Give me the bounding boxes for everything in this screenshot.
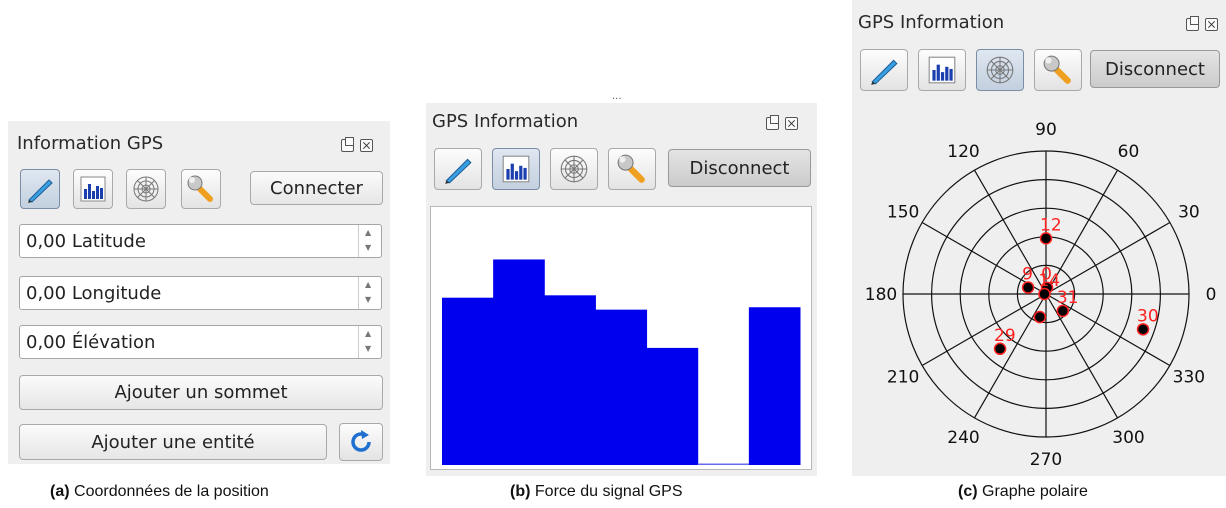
satellite-point bbox=[1033, 310, 1047, 324]
options-tab-button[interactable] bbox=[181, 169, 221, 209]
signal-bar bbox=[493, 259, 545, 465]
angle-label: 60 bbox=[1118, 142, 1140, 162]
window-controls bbox=[766, 115, 798, 130]
reset-button[interactable] bbox=[339, 423, 383, 461]
longitude-field[interactable]: 0,00 Longitude ▲ ▼ bbox=[19, 276, 382, 310]
caption-b: (b) Force du signal GPS bbox=[510, 483, 683, 500]
options-tab-button[interactable] bbox=[608, 148, 656, 190]
signal-bar bbox=[748, 307, 801, 465]
close-window-icon[interactable] bbox=[360, 139, 373, 152]
polar-grid-icon bbox=[986, 56, 1014, 84]
bar-chart-icon bbox=[928, 56, 956, 84]
elevation-value: 0,00 Élévation bbox=[26, 332, 156, 353]
spin-arrows[interactable]: ▲ ▼ bbox=[358, 326, 381, 358]
latitude-value: 0,00 Latitude bbox=[26, 231, 146, 252]
polar-tab-button[interactable] bbox=[126, 169, 166, 209]
polar-spoke bbox=[1045, 293, 1119, 419]
polar-spoke bbox=[973, 293, 1047, 419]
polar-grid-icon bbox=[560, 155, 588, 183]
polar-grid-icon bbox=[133, 176, 159, 202]
signal-bar bbox=[442, 297, 494, 465]
polar-spoke bbox=[921, 293, 1047, 367]
position-tab-button[interactable] bbox=[20, 169, 60, 209]
wrench-icon bbox=[1043, 55, 1071, 84]
window-controls bbox=[341, 137, 373, 152]
satellite-label: 30 bbox=[1137, 306, 1159, 326]
close-window-icon[interactable] bbox=[1205, 18, 1218, 31]
angle-label: 300 bbox=[1112, 428, 1144, 448]
polar-tab-button[interactable] bbox=[976, 49, 1024, 91]
float-window-icon[interactable] bbox=[1186, 16, 1199, 31]
signal-bar bbox=[646, 347, 699, 465]
satellite-label: 31 bbox=[1057, 288, 1079, 308]
spin-arrows[interactable]: ▲ ▼ bbox=[358, 277, 381, 309]
longitude-value: 0,00 Longitude bbox=[26, 283, 162, 304]
signal-bar bbox=[697, 463, 750, 465]
angle-label: 30 bbox=[1178, 203, 1200, 223]
bar-chart-icon bbox=[80, 176, 106, 202]
caption-c: (c) Graphe polaire bbox=[958, 483, 1088, 500]
connect-button[interactable]: Connecter bbox=[250, 171, 383, 205]
panel-title: GPS Information bbox=[432, 111, 579, 132]
signal-bar bbox=[595, 309, 648, 465]
satellite-label: 9 bbox=[1022, 264, 1033, 284]
gps-panel-c: GPS Information Disconnect 90 60 30 0 33… bbox=[852, 0, 1226, 476]
pen-icon bbox=[445, 158, 472, 184]
angle-label: 270 bbox=[1030, 450, 1062, 470]
disconnect-button[interactable]: Disconnect bbox=[1090, 50, 1220, 88]
latitude-field[interactable]: 0,00 Latitude ▲ ▼ bbox=[19, 224, 382, 258]
window-controls bbox=[1186, 16, 1218, 31]
angle-label: 180 bbox=[865, 285, 897, 305]
gps-panel-a: Information GPS Connecter 0,00 Latitude … bbox=[8, 121, 390, 464]
refresh-icon bbox=[351, 430, 371, 452]
add-vertex-button[interactable]: Ajouter un sommet bbox=[19, 375, 383, 410]
bar-chart-icon bbox=[502, 155, 530, 183]
pen-icon bbox=[28, 179, 53, 203]
options-tab-button[interactable] bbox=[1034, 49, 1082, 91]
signal-bar bbox=[544, 295, 596, 465]
angle-label: 240 bbox=[947, 428, 979, 448]
position-tab-button[interactable] bbox=[434, 148, 482, 190]
spin-arrows[interactable]: ▲ ▼ bbox=[358, 225, 381, 257]
polar-tab-button[interactable] bbox=[550, 148, 598, 190]
drag-handle[interactable]: ... bbox=[612, 91, 622, 102]
wrench-icon bbox=[617, 154, 645, 183]
signal-tab-button[interactable] bbox=[918, 49, 966, 91]
panel-title: GPS Information bbox=[858, 12, 1005, 33]
polar-spoke bbox=[1045, 221, 1171, 295]
float-window-icon[interactable] bbox=[341, 137, 354, 152]
satellite-label: 29 bbox=[994, 326, 1016, 346]
position-tab-button[interactable] bbox=[860, 49, 908, 91]
satellite-label: 12 bbox=[1040, 215, 1062, 235]
close-window-icon[interactable] bbox=[785, 117, 798, 130]
angle-label: 150 bbox=[887, 203, 919, 223]
wrench-icon bbox=[187, 175, 213, 202]
add-feature-button[interactable]: Ajouter une entité bbox=[19, 424, 327, 460]
angle-label: 0 bbox=[1206, 285, 1217, 305]
angle-label: 210 bbox=[887, 368, 919, 388]
disconnect-button[interactable]: Disconnect bbox=[668, 149, 811, 187]
float-window-icon[interactable] bbox=[766, 115, 779, 130]
signal-tab-button[interactable] bbox=[73, 169, 113, 209]
signal-strength-chart bbox=[430, 206, 812, 470]
gps-panel-b: ... GPS Information Disconnect bbox=[426, 91, 817, 476]
polar-chart: 9060300330300270240210180150120 129 01431… bbox=[865, 120, 1217, 470]
polar-spoke bbox=[973, 169, 1047, 295]
signal-tab-button[interactable] bbox=[492, 148, 540, 190]
angle-label: 120 bbox=[947, 142, 979, 162]
caption-a: (a) Coordonnées de la position bbox=[50, 483, 269, 500]
panel-title: Information GPS bbox=[17, 133, 164, 154]
angle-label: 90 bbox=[1035, 120, 1057, 140]
angle-label: 330 bbox=[1173, 368, 1205, 388]
elevation-field[interactable]: 0,00 Élévation ▲ ▼ bbox=[19, 325, 382, 359]
pen-icon bbox=[871, 59, 898, 85]
